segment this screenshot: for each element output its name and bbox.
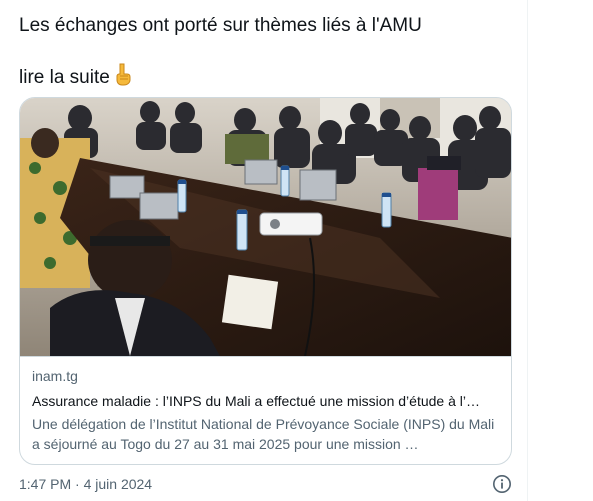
read-more-line: lire la suite: [19, 62, 134, 93]
card-title[interactable]: Assurance maladie : l’INPS du Mali a eff…: [32, 392, 502, 410]
info-icon[interactable]: [492, 474, 512, 494]
pointing-down-icon: [112, 62, 134, 93]
card-description[interactable]: Une délégation de l’Institut National de…: [32, 414, 502, 454]
read-more-text: lire la suite: [19, 66, 110, 88]
tweet-timestamp[interactable]: 1:47 PM · 4 juin 2024: [19, 476, 152, 492]
tweet-column: Les échanges ont porté sur thèmes liés à…: [0, 0, 528, 501]
conference-room-photo[interactable]: [20, 98, 512, 357]
tweet-text: Les échanges ont porté sur thèmes liés à…: [19, 15, 422, 36]
link-preview-card[interactable]: inam.tg Assurance maladie : l’INPS du Ma…: [19, 97, 512, 465]
card-domain[interactable]: inam.tg: [32, 368, 78, 384]
